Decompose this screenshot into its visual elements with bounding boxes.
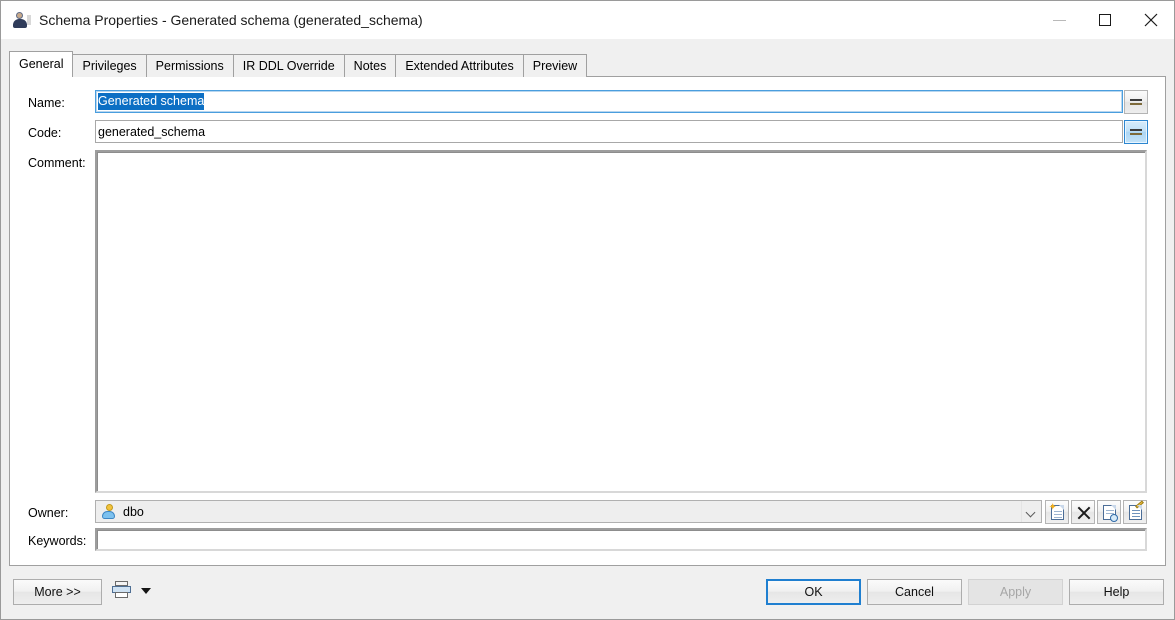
tab-notes[interactable]: Notes <box>343 54 397 77</box>
maximize-icon <box>1099 14 1111 26</box>
apply-button: Apply <box>968 579 1063 605</box>
delete-owner-button[interactable] <box>1071 500 1095 524</box>
code-input-value: generated_schema <box>98 124 206 139</box>
name-equals-button[interactable] <box>1124 90 1148 114</box>
general-tab-panel: Name: Generated schema Code: generated_s… <box>9 76 1166 566</box>
tab-ir-ddl-override[interactable]: IR DDL Override <box>232 54 345 77</box>
schema-properties-dialog: Schema Properties - Generated schema (ge… <box>0 0 1175 620</box>
ok-button[interactable]: OK <box>766 579 861 605</box>
help-button[interactable]: Help <box>1069 579 1164 605</box>
maximize-button[interactable] <box>1082 1 1128 39</box>
more-button[interactable]: More >> <box>13 579 102 605</box>
code-equals-button[interactable] <box>1124 120 1148 144</box>
title-bar: Schema Properties - Generated schema (ge… <box>1 1 1174 39</box>
tab-extended-attributes[interactable]: Extended Attributes <box>395 54 524 77</box>
code-input[interactable]: generated_schema <box>95 120 1123 143</box>
equals-icon <box>1130 127 1142 137</box>
window-title: Schema Properties - Generated schema (ge… <box>39 12 423 28</box>
comment-textarea[interactable] <box>95 150 1147 493</box>
cancel-button[interactable]: Cancel <box>867 579 962 605</box>
equals-icon <box>1130 97 1142 107</box>
tab-preview[interactable]: Preview <box>522 54 588 77</box>
browse-owner-button[interactable] <box>1097 500 1121 524</box>
print-dropdown-arrow-icon[interactable] <box>141 588 151 594</box>
x-delete-icon <box>1076 505 1091 520</box>
keywords-input[interactable] <box>95 528 1147 551</box>
comment-label: Comment: <box>28 156 86 170</box>
owner-label: Owner: <box>28 506 69 520</box>
minimize-icon <box>1052 19 1066 21</box>
new-page-icon: ✦ <box>1048 501 1064 520</box>
tab-strip: General Privileges Permissions IR DDL Ov… <box>9 51 588 77</box>
close-button[interactable] <box>1128 1 1174 39</box>
properties-page-icon <box>1128 499 1144 520</box>
window-controls <box>1036 1 1174 39</box>
name-input[interactable]: Generated schema <box>95 90 1123 113</box>
owner-value: dbo <box>123 504 144 519</box>
schema-user-icon <box>12 11 31 29</box>
tab-privileges[interactable]: Privileges <box>72 54 147 77</box>
code-label: Code: <box>28 126 62 140</box>
tab-permissions[interactable]: Permissions <box>145 54 234 77</box>
chevron-down-icon[interactable] <box>1021 501 1041 522</box>
name-input-value: Generated schema <box>98 93 205 110</box>
owner-properties-button[interactable] <box>1123 499 1147 524</box>
close-icon <box>1144 13 1158 27</box>
sparkle-icon: ✦ <box>1048 501 1057 513</box>
printer-icon[interactable] <box>112 581 131 599</box>
tab-general[interactable]: General <box>9 51 74 77</box>
create-owner-button[interactable]: ✦ <box>1045 500 1069 524</box>
minimize-button[interactable] <box>1036 1 1082 39</box>
owner-combobox[interactable]: dbo <box>95 500 1042 523</box>
magnifier-page-icon <box>1102 504 1118 522</box>
user-icon <box>101 503 117 520</box>
name-label: Name: <box>28 96 65 110</box>
keywords-label: Keywords: <box>28 534 87 548</box>
